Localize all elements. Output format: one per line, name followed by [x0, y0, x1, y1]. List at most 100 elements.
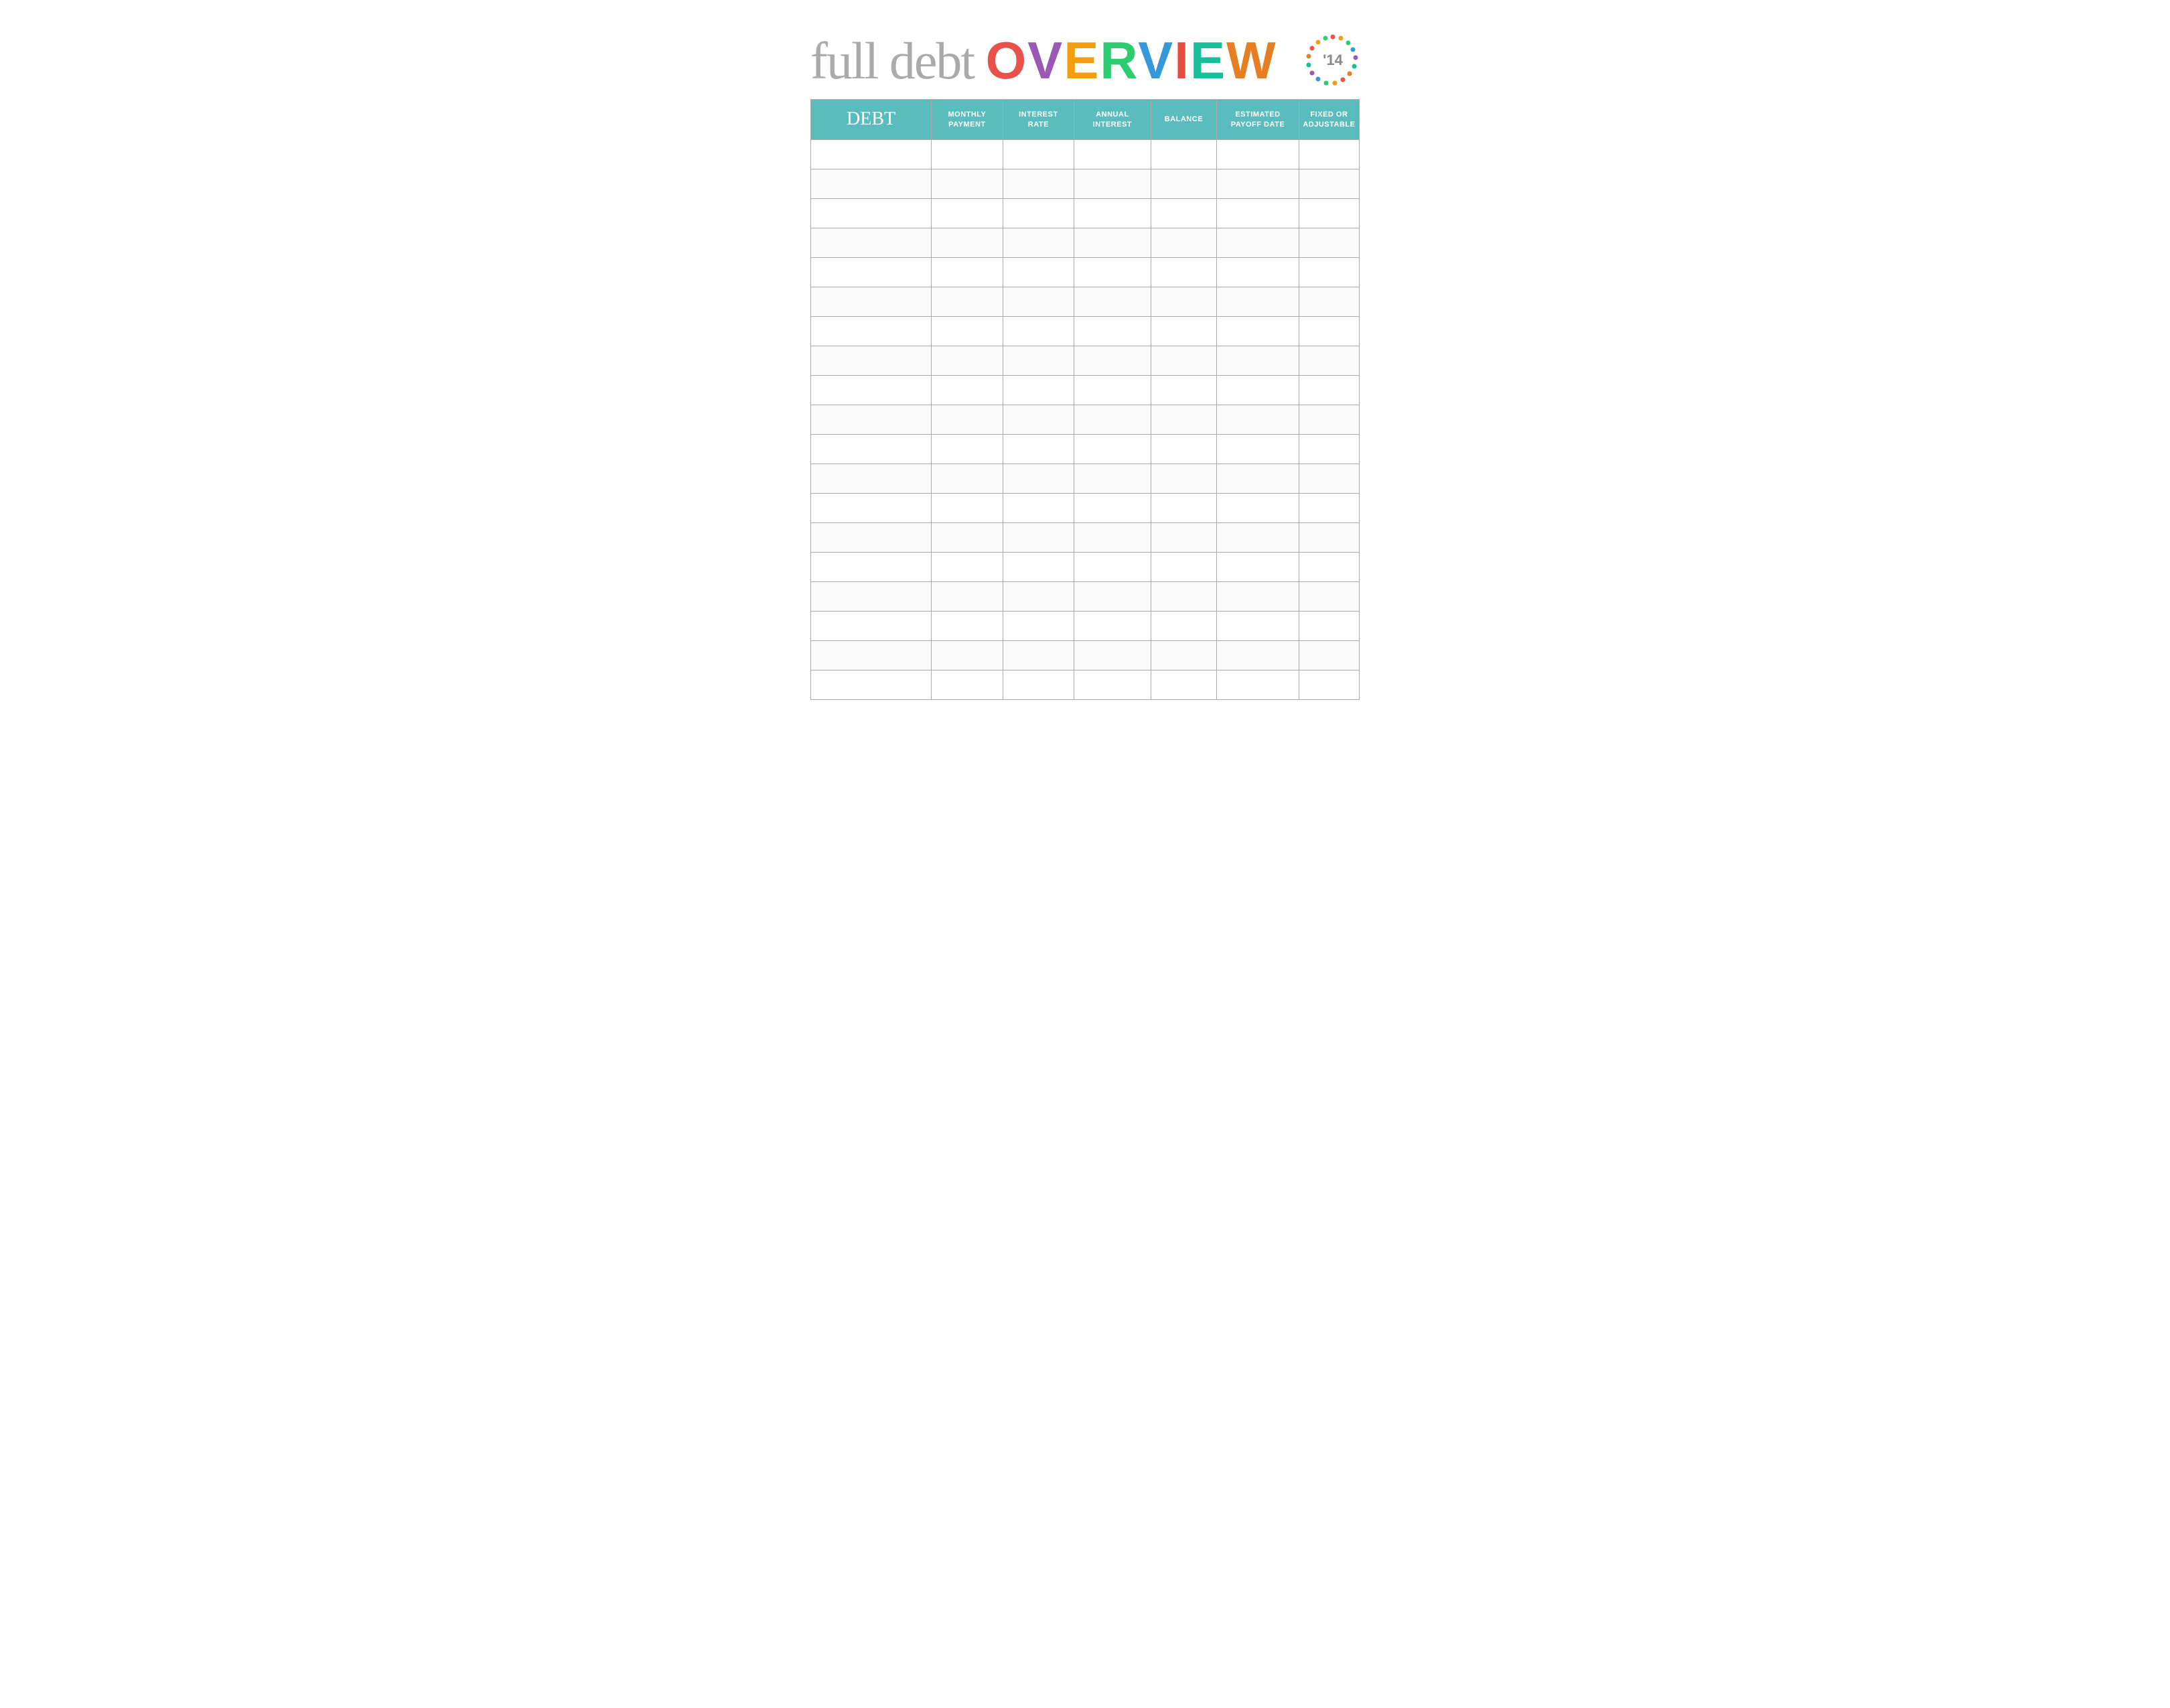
table-cell[interactable] [1074, 464, 1151, 494]
table-cell[interactable] [932, 670, 1003, 700]
table-cell[interactable] [1217, 641, 1299, 670]
table-cell[interactable] [1217, 405, 1299, 435]
table-cell[interactable] [1151, 435, 1216, 464]
table-cell[interactable] [1003, 464, 1074, 494]
table-cell[interactable] [1299, 287, 1359, 317]
table-row[interactable] [811, 169, 1360, 199]
table-row[interactable] [811, 317, 1360, 346]
table-cell[interactable] [1151, 287, 1216, 317]
table-cell[interactable] [1151, 317, 1216, 346]
table-cell[interactable] [1299, 346, 1359, 376]
table-row[interactable] [811, 494, 1360, 523]
table-cell[interactable] [932, 140, 1003, 169]
table-cell[interactable] [932, 317, 1003, 346]
table-cell[interactable] [1003, 169, 1074, 199]
table-cell[interactable] [1217, 317, 1299, 346]
table-row[interactable] [811, 582, 1360, 612]
table-cell[interactable] [1074, 287, 1151, 317]
table-cell[interactable] [1217, 140, 1299, 169]
table-cell[interactable] [1217, 346, 1299, 376]
table-cell[interactable] [932, 494, 1003, 523]
table-cell[interactable] [1217, 464, 1299, 494]
table-row[interactable] [811, 376, 1360, 405]
table-cell[interactable] [932, 228, 1003, 258]
table-cell[interactable] [932, 523, 1003, 553]
table-cell[interactable] [811, 287, 932, 317]
table-cell[interactable] [811, 670, 932, 700]
table-cell[interactable] [1003, 582, 1074, 612]
table-cell[interactable] [932, 287, 1003, 317]
table-cell[interactable] [1003, 228, 1074, 258]
table-row[interactable] [811, 405, 1360, 435]
table-cell[interactable] [1299, 523, 1359, 553]
table-cell[interactable] [1151, 464, 1216, 494]
table-cell[interactable] [811, 612, 932, 641]
table-cell[interactable] [1217, 435, 1299, 464]
table-cell[interactable] [1074, 258, 1151, 287]
table-cell[interactable] [811, 435, 932, 464]
table-cell[interactable] [1151, 228, 1216, 258]
table-cell[interactable] [932, 553, 1003, 582]
table-cell[interactable] [811, 405, 932, 435]
table-cell[interactable] [1151, 612, 1216, 641]
table-cell[interactable] [932, 612, 1003, 641]
table-cell[interactable] [811, 228, 932, 258]
table-cell[interactable] [932, 435, 1003, 464]
table-cell[interactable] [811, 258, 932, 287]
table-cell[interactable] [811, 317, 932, 346]
table-cell[interactable] [1217, 169, 1299, 199]
table-cell[interactable] [811, 464, 932, 494]
table-cell[interactable] [932, 582, 1003, 612]
table-cell[interactable] [1217, 258, 1299, 287]
table-row[interactable] [811, 346, 1360, 376]
table-row[interactable] [811, 140, 1360, 169]
table-cell[interactable] [1217, 494, 1299, 523]
table-cell[interactable] [811, 376, 932, 405]
table-cell[interactable] [1074, 228, 1151, 258]
table-cell[interactable] [1074, 346, 1151, 376]
table-cell[interactable] [1151, 258, 1216, 287]
table-cell[interactable] [1217, 199, 1299, 228]
table-cell[interactable] [811, 523, 932, 553]
table-cell[interactable] [1074, 612, 1151, 641]
table-cell[interactable] [1151, 670, 1216, 700]
table-cell[interactable] [1003, 376, 1074, 405]
table-cell[interactable] [1299, 317, 1359, 346]
table-cell[interactable] [1299, 641, 1359, 670]
table-cell[interactable] [811, 199, 932, 228]
table-row[interactable] [811, 641, 1360, 670]
table-cell[interactable] [932, 199, 1003, 228]
table-cell[interactable] [1217, 582, 1299, 612]
table-cell[interactable] [1074, 582, 1151, 612]
table-cell[interactable] [1074, 317, 1151, 346]
table-cell[interactable] [1074, 670, 1151, 700]
table-cell[interactable] [1299, 612, 1359, 641]
table-cell[interactable] [1003, 140, 1074, 169]
table-cell[interactable] [1074, 435, 1151, 464]
table-cell[interactable] [1003, 405, 1074, 435]
table-cell[interactable] [1074, 199, 1151, 228]
table-cell[interactable] [1074, 553, 1151, 582]
table-cell[interactable] [932, 169, 1003, 199]
table-cell[interactable] [1217, 376, 1299, 405]
table-cell[interactable] [1151, 494, 1216, 523]
table-cell[interactable] [1299, 494, 1359, 523]
table-cell[interactable] [1151, 199, 1216, 228]
table-cell[interactable] [1003, 670, 1074, 700]
table-row[interactable] [811, 228, 1360, 258]
table-cell[interactable] [811, 346, 932, 376]
table-row[interactable] [811, 287, 1360, 317]
table-cell[interactable] [1151, 140, 1216, 169]
table-cell[interactable] [932, 405, 1003, 435]
table-cell[interactable] [1003, 287, 1074, 317]
table-cell[interactable] [1151, 169, 1216, 199]
table-row[interactable] [811, 464, 1360, 494]
table-cell[interactable] [811, 641, 932, 670]
table-cell[interactable] [1151, 523, 1216, 553]
table-cell[interactable] [1074, 169, 1151, 199]
table-cell[interactable] [1299, 140, 1359, 169]
table-cell[interactable] [1299, 258, 1359, 287]
table-cell[interactable] [811, 494, 932, 523]
table-cell[interactable] [1151, 641, 1216, 670]
table-cell[interactable] [1074, 523, 1151, 553]
